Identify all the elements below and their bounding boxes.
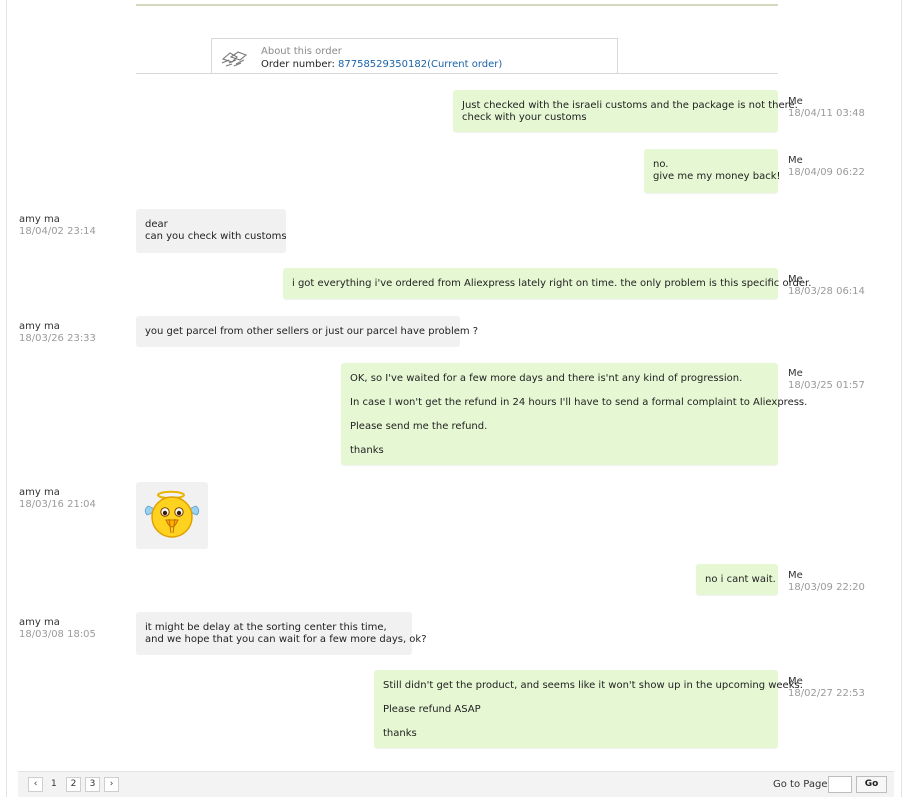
top-divider (136, 4, 778, 6)
sender-name: Me (788, 368, 803, 379)
sender-name: Me (788, 676, 803, 687)
message-bubble-seller: it might be delay at the sorting center … (136, 612, 427, 655)
message-text: no. (653, 159, 669, 170)
message-bubble-seller: you get parcel from other sellers or jus… (136, 316, 479, 347)
message-text: Still didn't get the product, and seems … (383, 680, 803, 691)
next-page-button[interactable]: › (104, 777, 119, 792)
message-text: give me my money back! (653, 171, 781, 182)
pagination-bar: ‹ 1 2 3 › Go to Page Go (18, 771, 894, 797)
message-text: and we hope that you can wait for a few … (145, 634, 427, 645)
message-timestamp: 18/03/26 23:33 (19, 333, 96, 344)
order-number-link[interactable]: 87758529350182(Current order) (338, 59, 502, 70)
message-text: i got everything i've ordered from Aliex… (292, 278, 812, 289)
sender-name: Me (788, 274, 803, 285)
message-text: Just checked with the israeli customs an… (462, 100, 798, 111)
message-timestamp: 18/03/09 22:20 (788, 582, 865, 593)
sender-name: Me (788, 155, 803, 166)
message-timestamp: 18/04/11 03:48 (788, 108, 865, 119)
page-number-link[interactable]: 2 (66, 777, 81, 792)
sender-name: amy ma (19, 214, 60, 225)
message-timestamp: 18/03/08 18:05 (19, 629, 96, 640)
goto-page-label: Go to Page (773, 779, 828, 790)
order-info-box: About this order Order number: 877585293… (211, 38, 618, 74)
goto-page-input[interactable] (828, 776, 852, 793)
sender-name: amy ma (19, 321, 60, 332)
message-text: you get parcel from other sellers or jus… (145, 326, 479, 337)
message-timestamp: 18/04/09 06:22 (788, 167, 865, 178)
go-button[interactable]: Go (856, 776, 887, 793)
page-number-link[interactable]: 3 (85, 777, 100, 792)
message-bubble-me: no. give me my money back! (644, 149, 781, 193)
message-text: no i cant wait. (705, 574, 776, 585)
message-text: dear (145, 219, 168, 230)
message-bubble-seller: dear can you check with customs (136, 209, 287, 253)
message-text: can you check with customs (145, 231, 287, 242)
message-bubble-me: i got everything i've ordered from Aliex… (283, 268, 812, 299)
order-items-icon (221, 51, 248, 67)
order-number-label: Order number: (261, 59, 338, 70)
order-section-title: About this order (261, 46, 342, 57)
page-number-current: 1 (51, 779, 57, 789)
sender-name: Me (788, 96, 803, 107)
message-text: Please send me the refund. (350, 421, 488, 432)
order-number-line: Order number: 87758529350182(Current ord… (261, 59, 502, 71)
message-text: OK, so I've waited for a few more days a… (350, 373, 743, 384)
message-timestamp: 18/03/25 01:57 (788, 380, 865, 391)
message-text: check with your customs (462, 112, 587, 123)
sender-name: amy ma (19, 617, 60, 628)
message-text: Please refund ASAP (383, 704, 481, 715)
message-bubble-me: no i cant wait. (696, 564, 778, 595)
message-bubble-seller (136, 482, 208, 549)
sender-name: Me (788, 570, 803, 581)
message-bubble-me: Just checked with the israeli customs an… (453, 90, 798, 132)
message-text: In case I won't get the refund in 24 hou… (350, 397, 808, 408)
message-text: it might be delay at the sorting center … (145, 622, 387, 633)
message-timestamp: 18/03/28 06:14 (788, 286, 865, 297)
message-timestamp: 18/03/16 21:04 (19, 499, 96, 510)
message-bubble-me: Still didn't get the product, and seems … (374, 670, 803, 748)
message-timestamp: 18/04/02 23:14 (19, 226, 96, 237)
order-box-baseline (136, 73, 778, 74)
message-text: thanks (350, 445, 384, 456)
praying-angel-emoji-icon (144, 490, 200, 538)
sender-name: amy ma (19, 487, 60, 498)
message-timestamp: 18/02/27 22:53 (788, 688, 865, 699)
message-text: thanks (383, 728, 417, 739)
message-bubble-me: OK, so I've waited for a few more days a… (341, 363, 808, 465)
prev-page-button[interactable]: ‹ (28, 777, 43, 792)
